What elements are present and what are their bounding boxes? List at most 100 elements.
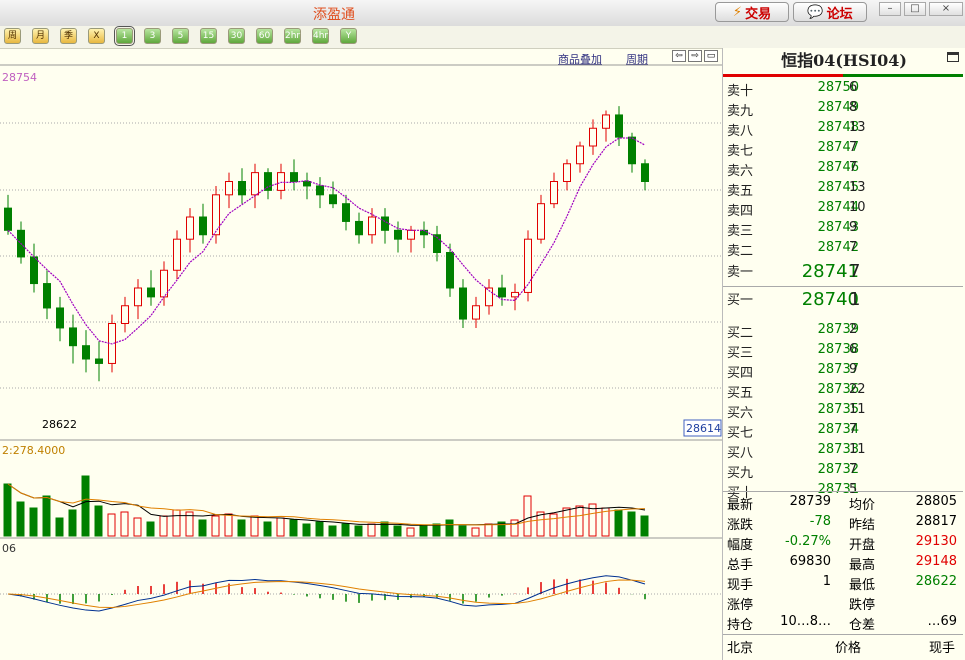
- stat-value: 28739: [789, 494, 831, 509]
- interval-button-15[interactable]: 15: [200, 28, 217, 44]
- stat-label: 总手: [727, 558, 754, 573]
- candle-body: [329, 194, 337, 205]
- candle-body: [134, 287, 142, 307]
- candle-body: [576, 145, 584, 165]
- forum-button[interactable]: 💬 论坛: [793, 2, 867, 22]
- volume-bar: [16, 501, 25, 537]
- ask-row-7-label: 卖四: [727, 204, 754, 219]
- ask-row-3-label: 卖八: [727, 124, 754, 139]
- app-title: 添盈通: [313, 7, 355, 23]
- candle-body: [355, 220, 363, 236]
- volume-bar: [549, 513, 558, 537]
- price-low-label: 28622: [42, 418, 77, 431]
- period-button-1[interactable]: 月: [32, 28, 49, 44]
- candle-body: [628, 136, 636, 165]
- bid-row-9-label: 买九: [727, 466, 754, 481]
- bid-row-6: 买六 28735 11: [723, 402, 965, 422]
- title-underline: [723, 74, 963, 77]
- period-button-3[interactable]: X: [88, 28, 105, 44]
- ask-row-10-vol: 7: [849, 261, 861, 282]
- candle-body: [225, 181, 233, 196]
- price-top-label: 28754: [2, 71, 37, 84]
- candle-body: [4, 207, 12, 231]
- volume-bar: [315, 521, 324, 537]
- stat-value: -0.27%: [785, 534, 831, 549]
- interval-button-5[interactable]: 5: [172, 28, 189, 44]
- volume-bar: [211, 515, 220, 537]
- volume-bar: [29, 507, 38, 537]
- ask-row-2-vol: 8: [849, 100, 858, 115]
- expand-icon[interactable]: [947, 52, 959, 62]
- stat-label-2: 开盘: [849, 538, 876, 553]
- ask-row-2: 卖九 28749 8: [723, 100, 965, 120]
- candle-body: [563, 163, 571, 182]
- bid-row-2: 买二 28739 2: [723, 322, 965, 342]
- footer-divider: [723, 634, 963, 635]
- close-button[interactable]: ×: [929, 2, 963, 16]
- stat-row-2: 幅度 -0.27% 开盘 29130: [723, 534, 965, 554]
- bid-row-3-label: 买三: [727, 346, 754, 361]
- volume-bar: [42, 495, 51, 537]
- volume-bar: [523, 495, 532, 537]
- stat-value: 10…8…: [780, 614, 831, 629]
- bid-row-4-label: 买四: [727, 366, 754, 381]
- candle-body: [459, 287, 467, 320]
- volume-label: 2:278.4000: [2, 444, 65, 457]
- interval-button-Y[interactable]: Y: [340, 28, 357, 44]
- candle-body: [537, 203, 545, 240]
- ask-row-8-vol: 9: [849, 220, 858, 235]
- ask-row-8-label: 卖三: [727, 224, 754, 239]
- stat-label: 幅度: [727, 538, 754, 553]
- candle-body: [589, 127, 597, 147]
- maximize-button[interactable]: □: [904, 2, 926, 16]
- stat-value-2: 28622: [915, 574, 957, 589]
- trade-button[interactable]: ⚡ 交易: [715, 2, 789, 22]
- stat-label: 涨跌: [727, 518, 754, 533]
- ask-row-6-vol: 13: [849, 180, 866, 195]
- volume-bar: [263, 521, 272, 537]
- volume-bar: [419, 525, 428, 537]
- stat-row-4: 现手 1 最低 28622: [723, 574, 965, 594]
- volume-bar: [367, 523, 376, 537]
- bid-row-6-vol: 11: [849, 402, 866, 417]
- lightning-icon: ⚡: [732, 4, 743, 20]
- volume-bar: [445, 519, 454, 537]
- ask-row-7: 卖四 28744 10: [723, 200, 965, 220]
- volume-bar: [627, 511, 636, 537]
- last-price-tag: 28614: [686, 422, 721, 435]
- volume-bar: [328, 525, 337, 537]
- stat-label-2: 最高: [849, 558, 876, 573]
- bid-row-1: 买一 28740 1: [723, 289, 965, 310]
- volume-bar: [432, 523, 441, 537]
- interval-button-4hr[interactable]: 4hr: [312, 28, 329, 44]
- interval-button-2hr[interactable]: 2hr: [284, 28, 301, 44]
- bid-row-5-vol: 22: [849, 382, 866, 397]
- minimize-button[interactable]: –: [879, 2, 901, 16]
- interval-button-60[interactable]: 60: [256, 28, 273, 44]
- volume-bar: [94, 505, 103, 537]
- candle-body: [407, 229, 415, 240]
- volume-bar: [289, 519, 298, 537]
- stat-row-3: 总手 69830 最高 29148: [723, 554, 965, 574]
- interval-button-30[interactable]: 30: [228, 28, 245, 44]
- ask-row-4: 卖七 28747 7: [723, 140, 965, 160]
- period-button-2[interactable]: 季: [60, 28, 77, 44]
- bid-row-8-label: 买八: [727, 446, 754, 461]
- ask-row-5-vol: 7: [849, 160, 858, 175]
- bid-row-5: 买五 28736 22: [723, 382, 965, 402]
- volume-bar: [237, 519, 246, 537]
- chart-area[interactable]: 商品叠加 周期 ⇦ ⇨ ▭ 28754 28622 28614 2:278.4000 0…: [0, 48, 723, 660]
- bid-row-1-label: 买一: [727, 293, 754, 308]
- interval-button-3[interactable]: 3: [144, 28, 161, 44]
- chat-bubble-icon: 💬: [807, 4, 824, 20]
- trade-label: 交易: [745, 6, 772, 22]
- stat-row-5: 涨停 跌停: [723, 594, 965, 614]
- volume-bar: [406, 527, 415, 537]
- period-button-0[interactable]: 周: [4, 28, 21, 44]
- footer-price: 价格: [835, 641, 862, 656]
- stat-label-2: 跌停: [849, 598, 876, 613]
- interval-button-1[interactable]: 1: [114, 26, 135, 46]
- candle-body: [95, 358, 103, 364]
- macd-dif-line: [7, 575, 646, 612]
- ask-row-7-vol: 10: [849, 200, 866, 215]
